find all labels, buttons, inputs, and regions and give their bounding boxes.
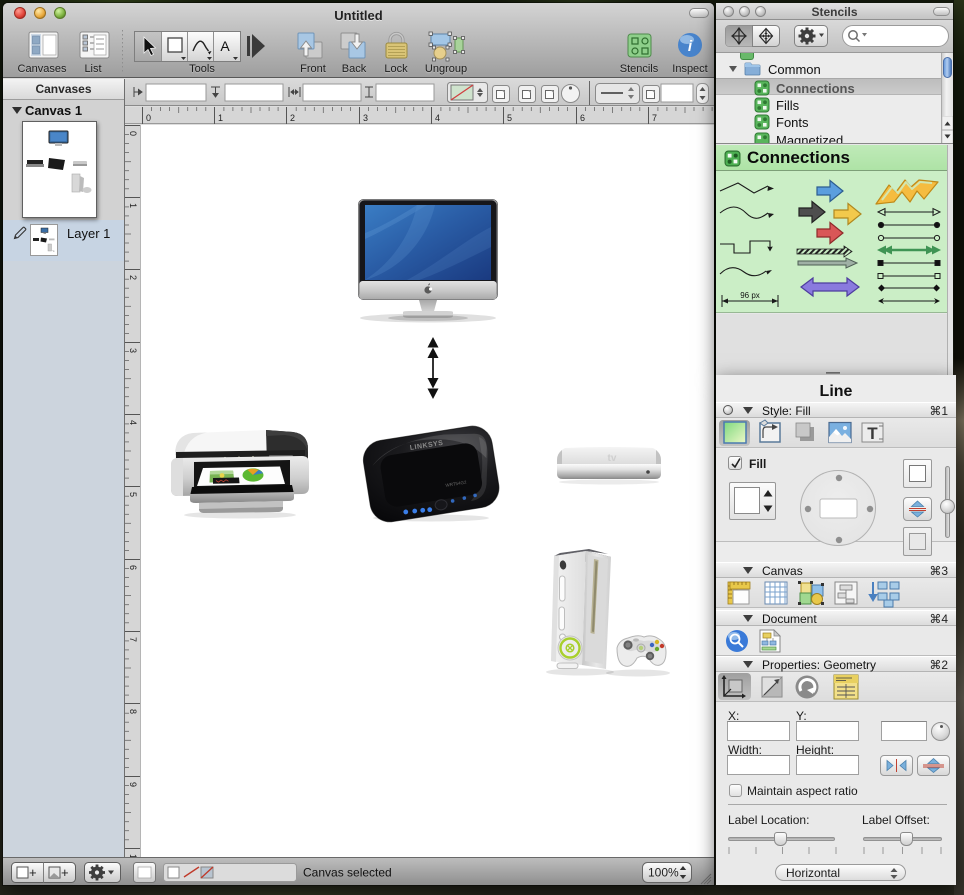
svg-text:1: 1 xyxy=(128,203,138,208)
svg-text:96 px: 96 px xyxy=(740,291,760,300)
svg-text:4: 4 xyxy=(128,420,138,425)
svg-text:0: 0 xyxy=(146,113,151,123)
svg-text:9: 9 xyxy=(128,782,138,787)
svg-text:7: 7 xyxy=(652,113,657,123)
svg-text:6: 6 xyxy=(128,565,138,570)
svg-text:3: 3 xyxy=(128,348,138,353)
svg-text:8: 8 xyxy=(128,709,138,714)
svg-text:4: 4 xyxy=(435,113,440,123)
svg-text:T: T xyxy=(867,424,878,443)
svg-text:100%: 100% xyxy=(648,866,679,880)
svg-text:A: A xyxy=(220,38,230,54)
svg-text:3: 3 xyxy=(363,113,368,123)
svg-text:+: + xyxy=(29,865,37,880)
svg-text:2: 2 xyxy=(290,113,295,123)
svg-text:tv: tv xyxy=(608,453,617,464)
svg-text:5: 5 xyxy=(507,113,512,123)
svg-text:7: 7 xyxy=(128,637,138,642)
svg-text:+: + xyxy=(61,865,69,880)
svg-text:0: 0 xyxy=(128,131,138,136)
svg-text:2: 2 xyxy=(128,275,138,280)
svg-text:5: 5 xyxy=(128,492,138,497)
svg-text:1: 1 xyxy=(218,113,223,123)
svg-text:6: 6 xyxy=(580,113,585,123)
svg-text:Canvas selected: Canvas selected xyxy=(303,866,392,880)
